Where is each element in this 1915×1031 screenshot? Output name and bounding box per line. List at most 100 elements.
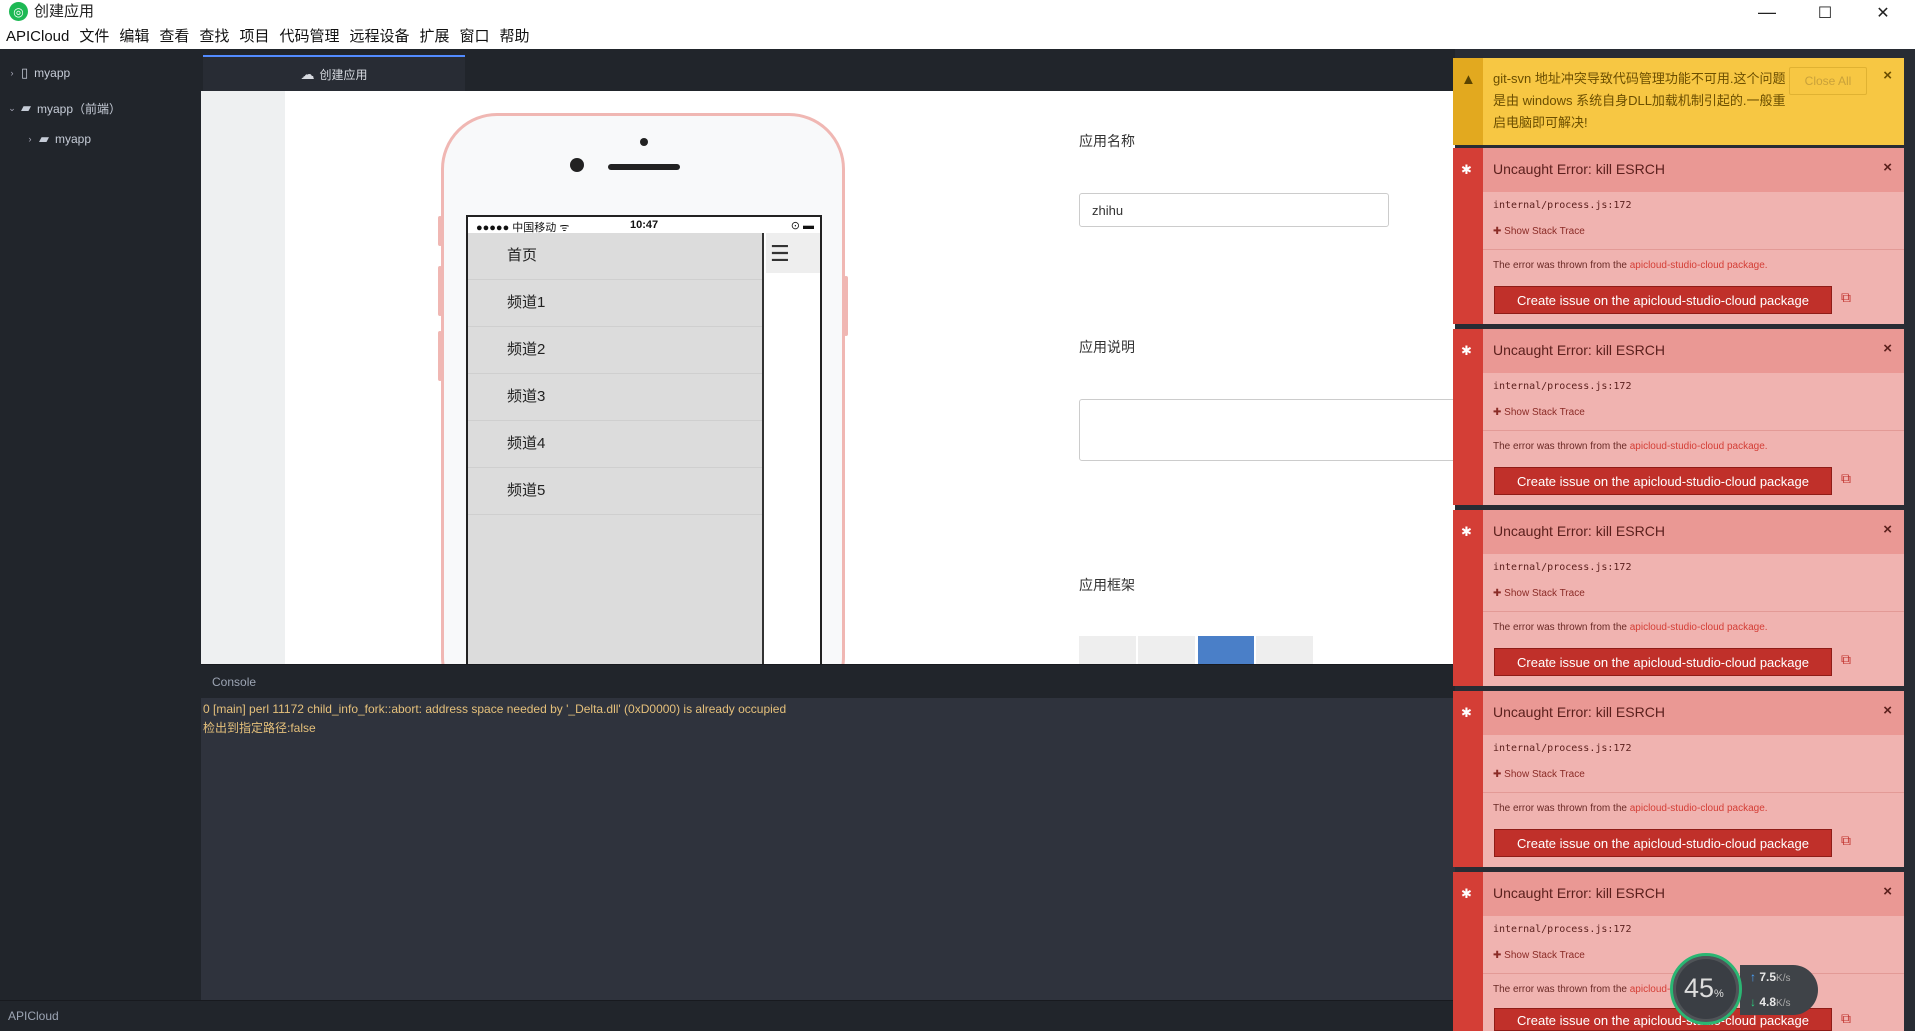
error-notification: ✱ Uncaught Error: kill ESRCH × internal/… [1453, 510, 1904, 686]
error-source-prefix: The error was thrown from the [1493, 260, 1630, 271]
divider [1483, 249, 1904, 250]
framework-option[interactable] [1138, 636, 1195, 664]
show-stack-trace-label: Show Stack Trace [1504, 950, 1585, 961]
bug-icon: ✱ [1461, 162, 1472, 177]
plus-icon: ✚ [1493, 950, 1505, 961]
network-speed-widget[interactable]: ↑ 7.5K/s ↓ 4.8K/s 45% [1670, 953, 1818, 1025]
warning-message: git-svn 地址冲突导致代码管理功能不可用.这个问题是由 windows 系… [1493, 71, 1786, 130]
copy-icon[interactable]: ⧉ [1841, 832, 1851, 849]
title-bar: ◎ 创建应用 — ☐ ✕ [0, 0, 1915, 25]
tab-create-app[interactable]: ☁ 创建应用 [203, 55, 465, 91]
console-header[interactable]: Console [201, 664, 1455, 698]
close-button[interactable]: ✕ [1855, 0, 1911, 25]
phone-side-button [438, 266, 442, 316]
menu-remote-device[interactable]: 远程设备 [349, 25, 409, 49]
tree-item-myapp-frontend[interactable]: ⌄ ▰ myapp（前端） [6, 98, 121, 118]
error-title: Uncaught Error: kill ESRCH [1493, 885, 1665, 901]
close-icon[interactable]: × [1883, 521, 1892, 538]
package-link[interactable]: apicloud-studio-cloud package. [1630, 622, 1768, 633]
warning-notification: ▲ git-svn 地址冲突导致代码管理功能不可用.这个问题是由 windows… [1453, 58, 1904, 145]
tab-label: 创建应用 [319, 67, 368, 82]
create-issue-button[interactable]: Create issue on the apicloud-studio-clou… [1494, 286, 1832, 314]
phone-sensor [640, 138, 648, 146]
menu-find[interactable]: 查找 [199, 25, 229, 49]
minimize-button[interactable]: — [1739, 0, 1795, 25]
show-stack-trace-link[interactable]: ✚ Show Stack Trace [1493, 769, 1585, 780]
memory-percent-value: 45 [1684, 973, 1715, 1003]
close-icon[interactable]: × [1883, 67, 1892, 84]
window-title: 创建应用 [34, 3, 95, 20]
copy-icon[interactable]: ⧉ [1841, 289, 1851, 306]
close-icon[interactable]: × [1883, 159, 1892, 176]
close-all-button[interactable]: Close All [1789, 67, 1867, 95]
close-icon[interactable]: × [1883, 883, 1892, 900]
error-header: Uncaught Error: kill ESRCH × [1483, 329, 1904, 373]
create-app-view: ●●●●● 中国移动 ᯤ 10:47 ⊙ ▬ 首页 频道1 频道2 频道3 频道… [201, 91, 1455, 664]
menu-extensions[interactable]: 扩展 [419, 25, 449, 49]
divider [1483, 430, 1904, 431]
menu-apicloud[interactable]: APICloud [6, 25, 69, 49]
tree-item-myapp-folder[interactable]: › ▰ myapp [24, 129, 92, 149]
framework-option[interactable] [1256, 636, 1313, 664]
menu-item-channel: 频道4 [468, 421, 762, 468]
error-location: internal/process.js:172 [1493, 381, 1632, 392]
chevron-right-icon: › [10, 68, 14, 78]
app-name-input[interactable]: zhihu [1079, 193, 1389, 227]
create-issue-button[interactable]: Create issue on the apicloud-studio-clou… [1494, 829, 1832, 857]
error-title: Uncaught Error: kill ESRCH [1493, 342, 1665, 358]
show-stack-trace-link[interactable]: ✚ Show Stack Trace [1493, 226, 1585, 237]
menu-file[interactable]: 文件 [79, 25, 109, 49]
app-description-input[interactable] [1079, 399, 1455, 461]
plus-icon: ✚ [1493, 407, 1505, 418]
phone-screen: ●●●●● 中国移动 ᯤ 10:47 ⊙ ▬ 首页 频道1 频道2 频道3 频道… [466, 215, 822, 664]
show-stack-trace-link[interactable]: ✚ Show Stack Trace [1493, 407, 1585, 418]
tree-item-myapp-device[interactable]: › ▯ myapp [6, 63, 71, 83]
error-title: Uncaught Error: kill ESRCH [1493, 523, 1665, 539]
hamburger-menu-icon: ☰ [770, 241, 790, 266]
error-source-text: The error was thrown from the apicloud-s… [1493, 260, 1768, 271]
phone-side-button [438, 331, 442, 381]
menu-code-management[interactable]: 代码管理 [279, 25, 339, 49]
package-link[interactable]: apicloud-studio-cloud package. [1630, 803, 1768, 814]
error-source-text: The error was thrown from the apicloud-s… [1493, 441, 1768, 452]
divider [1483, 792, 1904, 793]
status-bar: APICloud [0, 1000, 1455, 1031]
create-issue-button[interactable]: Create issue on the apicloud-studio-clou… [1494, 467, 1832, 495]
cloud-upload-icon: ☁ [300, 65, 315, 82]
show-stack-trace-label: Show Stack Trace [1504, 769, 1585, 780]
error-title: Uncaught Error: kill ESRCH [1493, 161, 1665, 177]
copy-icon[interactable]: ⧉ [1841, 651, 1851, 668]
close-icon[interactable]: × [1883, 702, 1892, 719]
menu-item-channel: 频道1 [468, 280, 762, 327]
framework-option-selected[interactable] [1198, 636, 1254, 664]
error-notification: ✱ Uncaught Error: kill ESRCH × internal/… [1453, 329, 1904, 505]
download-speed-value: 4.8 [1759, 995, 1777, 1009]
menu-view[interactable]: 查看 [159, 25, 189, 49]
app-framework-label: 应用框架 [1079, 577, 1135, 593]
close-icon[interactable]: × [1883, 340, 1892, 357]
package-link[interactable]: apicloud-studio-cloud package. [1630, 441, 1768, 452]
phone-status-bar: ●●●●● 中国移动 ᯤ 10:47 ⊙ ▬ [468, 217, 820, 234]
error-title: Uncaught Error: kill ESRCH [1493, 704, 1665, 720]
download-arrow-icon: ↓ [1750, 995, 1756, 1009]
divider [1483, 611, 1904, 612]
phone-camera [570, 158, 584, 172]
menu-edit[interactable]: 编辑 [119, 25, 149, 49]
menu-project[interactable]: 项目 [239, 25, 269, 49]
package-link[interactable]: apicloud-studio-cloud package. [1630, 260, 1768, 271]
menu-bar: APICloud 文件 编辑 查看 查找 项目 代码管理 远程设备 扩展 窗口 … [0, 25, 1915, 49]
device-icon: ▯ [21, 65, 29, 80]
framework-option[interactable] [1079, 636, 1136, 664]
menu-window[interactable]: 窗口 [460, 25, 490, 49]
plus-icon: ✚ [1493, 588, 1505, 599]
copy-icon[interactable]: ⧉ [1841, 470, 1851, 487]
menu-help[interactable]: 帮助 [500, 25, 530, 49]
maximize-button[interactable]: ☐ [1797, 0, 1853, 25]
phone-speaker [608, 164, 680, 170]
chevron-down-icon: ⌄ [8, 102, 16, 113]
copy-icon[interactable]: ⧉ [1841, 1010, 1851, 1027]
percent-unit: % [1714, 988, 1724, 1000]
show-stack-trace-link[interactable]: ✚ Show Stack Trace [1493, 588, 1585, 599]
show-stack-trace-link[interactable]: ✚ Show Stack Trace [1493, 950, 1585, 961]
create-issue-button[interactable]: Create issue on the apicloud-studio-clou… [1494, 648, 1832, 676]
